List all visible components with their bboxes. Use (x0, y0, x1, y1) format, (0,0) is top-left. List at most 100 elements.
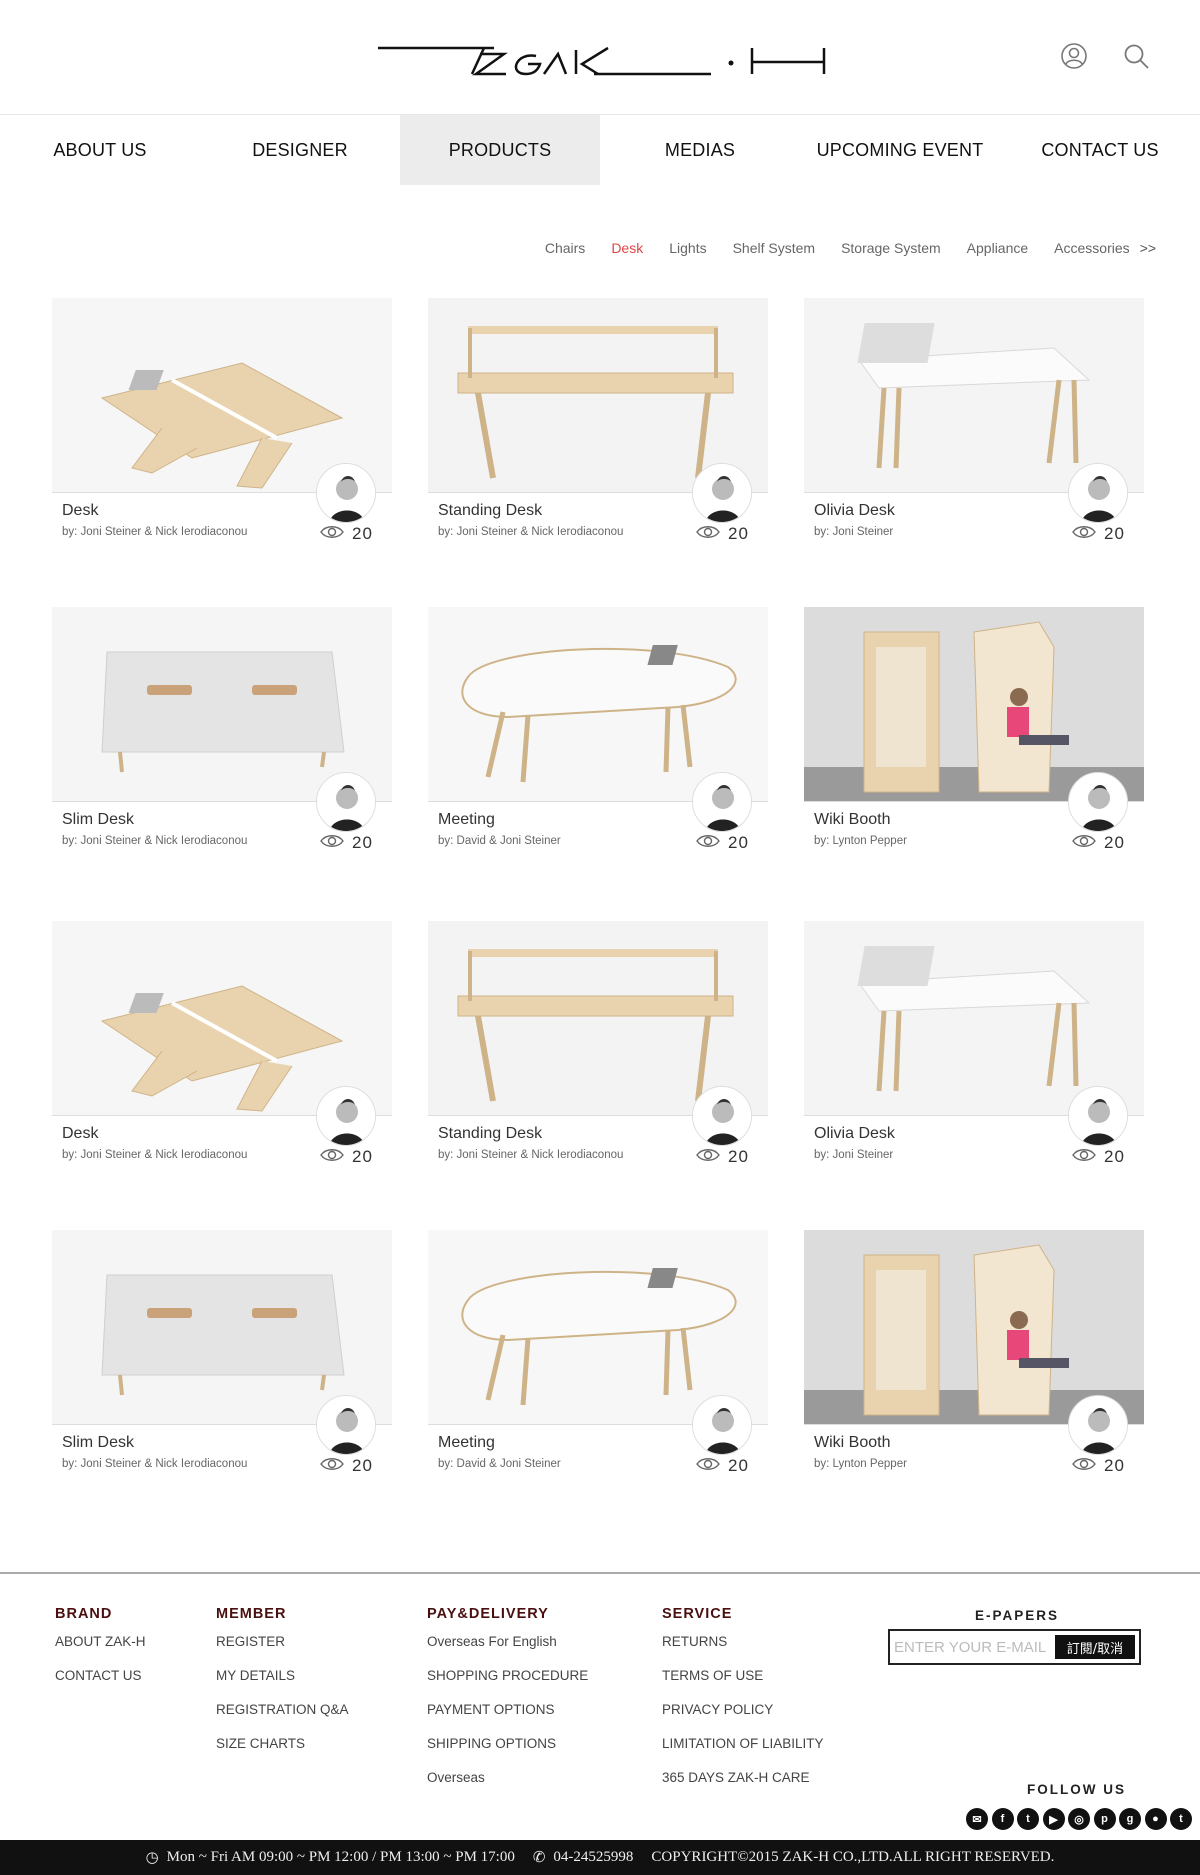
footer-link-my-details[interactable]: MY DETAILS (216, 1666, 349, 1700)
product-card[interactable]: Standing Desk by: Joni Steiner & Nick Ie… (428, 298, 768, 558)
designer-avatar[interactable] (1068, 463, 1128, 523)
view-count: 20 (320, 524, 373, 544)
designer-avatar[interactable] (692, 463, 752, 523)
footer-link-overseas-english[interactable]: Overseas For English (427, 1632, 588, 1666)
view-count: 20 (1072, 524, 1125, 544)
product-name[interactable]: Standing Desk (438, 502, 542, 520)
eye-icon (320, 524, 352, 544)
footer-link-contact-us[interactable]: CONTACT US (55, 1666, 146, 1700)
nav-about-us[interactable]: ABOUT US (0, 115, 200, 185)
view-count-value: 20 (352, 833, 373, 852)
tumblr-icon[interactable]: t (1170, 1808, 1192, 1830)
footer-link-shipping-options[interactable]: SHIPPING OPTIONS (427, 1734, 588, 1768)
eye-icon (320, 1456, 352, 1476)
zak-h-logo[interactable] (376, 42, 826, 80)
designer-avatar[interactable] (1068, 1086, 1128, 1146)
filter-storage-system[interactable]: Storage System (841, 240, 941, 256)
product-card[interactable]: Wiki Booth by: Lynton Pepper 20 (804, 607, 1144, 867)
footer-link-zak-h-care[interactable]: 365 DAYS ZAK-H CARE (662, 1768, 824, 1802)
product-name[interactable]: Standing Desk (438, 1125, 542, 1143)
designer-avatar[interactable] (316, 1395, 376, 1455)
product-card[interactable]: Slim Desk by: Joni Steiner & Nick Ierodi… (52, 1230, 392, 1490)
footer-service-title: SERVICE (662, 1606, 733, 1622)
designer-avatar[interactable] (1068, 772, 1128, 832)
product-name[interactable]: Desk (62, 502, 98, 520)
product-card[interactable]: Meeting by: David & Joni Steiner 20 (428, 607, 768, 867)
twitter-icon[interactable]: t (1017, 1808, 1039, 1830)
product-designer: by: Lynton Pepper (814, 835, 907, 847)
product-card[interactable]: Olivia Desk by: Joni Steiner 20 (804, 921, 1144, 1181)
designer-avatar[interactable] (692, 1395, 752, 1455)
filter-accessories[interactable]: Accessories (1054, 240, 1129, 256)
epapers-subscribe-button[interactable]: 訂閱/取消 (1055, 1635, 1135, 1659)
nav-medias[interactable]: MEDIAS (600, 115, 800, 185)
nav-designer[interactable]: DESIGNER (200, 115, 400, 185)
footer-link-returns[interactable]: RETURNS (662, 1632, 824, 1666)
view-count: 20 (696, 833, 749, 853)
mail-icon[interactable]: ✉ (966, 1808, 988, 1830)
view-count-value: 20 (1104, 524, 1125, 543)
filter-desk[interactable]: Desk (611, 240, 643, 256)
nav-upcoming-event[interactable]: UPCOMING EVENT (800, 115, 1000, 185)
product-name[interactable]: Meeting (438, 1434, 495, 1452)
product-card[interactable]: Desk by: Joni Steiner & Nick Ierodiacono… (52, 921, 392, 1181)
footer-link-size-charts[interactable]: SIZE CHARTS (216, 1734, 349, 1768)
footer-link-overseas[interactable]: Overseas (427, 1768, 588, 1802)
designer-avatar[interactable] (316, 772, 376, 832)
user-icon[interactable] (1060, 42, 1088, 70)
footer-link-registration-qa[interactable]: REGISTRATION Q&A (216, 1700, 349, 1734)
designer-avatar[interactable] (316, 463, 376, 523)
epapers-email-input[interactable] (894, 1635, 1054, 1659)
filter-chairs[interactable]: Chairs (545, 240, 585, 256)
view-count: 20 (696, 524, 749, 544)
filter-lights[interactable]: Lights (669, 240, 706, 256)
footer-link-limitation-liability[interactable]: LIMITATION OF LIABILITY (662, 1734, 824, 1768)
designer-avatar[interactable] (692, 772, 752, 832)
product-card[interactable]: Olivia Desk by: Joni Steiner 20 (804, 298, 1144, 558)
nav-products[interactable]: PRODUCTS (400, 115, 600, 185)
filter-appliance[interactable]: Appliance (967, 240, 1029, 256)
phone-icon: ✆ (532, 1850, 546, 1866)
product-name[interactable]: Desk (62, 1125, 98, 1143)
nav-contact-us[interactable]: CONTACT US (1000, 115, 1200, 185)
view-count-value: 20 (728, 1147, 749, 1166)
product-card[interactable]: Desk by: Joni Steiner & Nick Ierodiacono… (52, 298, 392, 558)
product-name[interactable]: Olivia Desk (814, 1125, 895, 1143)
product-name[interactable]: Wiki Booth (814, 811, 890, 829)
clock-icon: ◷ (145, 1850, 159, 1866)
eye-icon (696, 1456, 728, 1476)
view-count-value: 20 (1104, 1456, 1125, 1475)
designer-avatar[interactable] (316, 1086, 376, 1146)
youtube-icon[interactable]: ▶ (1042, 1808, 1065, 1830)
category-filter: Chairs Desk Lights Shelf System Storage … (519, 240, 1156, 256)
footer-link-terms-of-use[interactable]: TERMS OF USE (662, 1666, 824, 1700)
footer-link-about-zak-h[interactable]: ABOUT ZAK-H (55, 1632, 146, 1666)
product-name[interactable]: Wiki Booth (814, 1434, 890, 1452)
google-plus-icon[interactable]: g (1119, 1808, 1141, 1830)
view-count: 20 (1072, 1456, 1125, 1476)
view-count-value: 20 (1104, 1147, 1125, 1166)
product-card[interactable]: Wiki Booth by: Lynton Pepper 20 (804, 1230, 1144, 1490)
footer-link-privacy-policy[interactable]: PRIVACY POLICY (662, 1700, 824, 1734)
product-card[interactable]: Slim Desk by: Joni Steiner & Nick Ierodi… (52, 607, 392, 867)
line-icon[interactable]: ● (1144, 1808, 1167, 1830)
pinterest-icon[interactable]: p (1093, 1808, 1116, 1830)
designer-avatar[interactable] (1068, 1395, 1128, 1455)
filter-shelf-system[interactable]: Shelf System (733, 240, 815, 256)
footer-link-shopping-procedure[interactable]: SHOPPING PROCEDURE (427, 1666, 588, 1700)
search-icon[interactable] (1122, 42, 1150, 70)
product-name[interactable]: Slim Desk (62, 811, 134, 829)
product-name[interactable]: Slim Desk (62, 1434, 134, 1452)
designer-avatar[interactable] (692, 1086, 752, 1146)
footer-link-register[interactable]: REGISTER (216, 1632, 349, 1666)
footer-link-payment-options[interactable]: PAYMENT OPTIONS (427, 1700, 588, 1734)
product-name[interactable]: Olivia Desk (814, 502, 895, 520)
filter-more-button[interactable]: >> (1140, 240, 1156, 256)
product-name[interactable]: Meeting (438, 811, 495, 829)
facebook-icon[interactable]: f (991, 1808, 1014, 1830)
social-links: ✉ f t ▶ ◎ p g ● t (966, 1808, 1196, 1830)
eye-icon (696, 524, 728, 544)
product-card[interactable]: Meeting by: David & Joni Steiner 20 (428, 1230, 768, 1490)
instagram-icon[interactable]: ◎ (1068, 1808, 1090, 1830)
product-card[interactable]: Standing Desk by: Joni Steiner & Nick Ie… (428, 921, 768, 1181)
